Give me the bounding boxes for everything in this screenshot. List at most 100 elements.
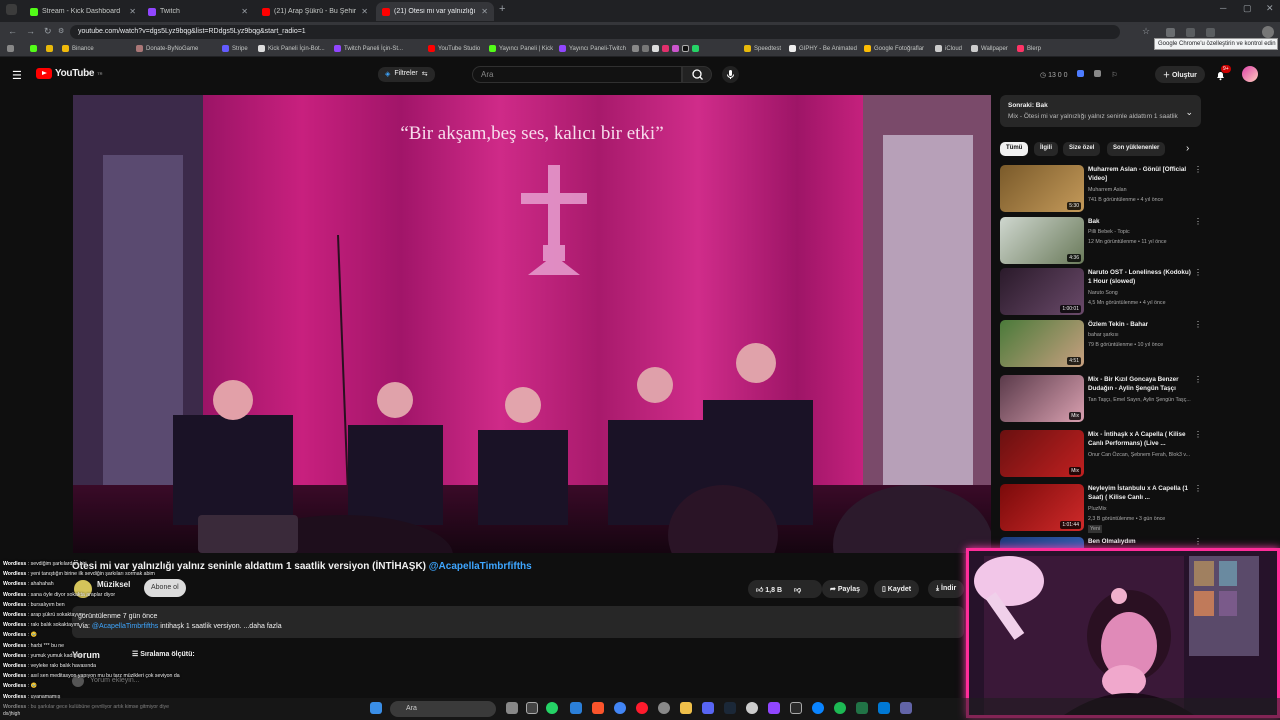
recommendation-card[interactable]: Mix Mix - İntihaşk x A Capella ( Kilise C… [1000, 430, 1202, 480]
hamburger-menu-icon[interactable]: ☰ [12, 69, 22, 82]
opera-icon[interactable] [636, 702, 648, 714]
github-icon[interactable] [526, 702, 538, 714]
video-title-tag[interactable]: @AcapellaTimbrfifths [429, 561, 532, 572]
bookmark-donate[interactable]: Donate-ByNoGame [136, 45, 198, 52]
bookmark-giphy[interactable]: GIPHY - Be Animated [789, 45, 857, 52]
like-count[interactable]: 1,8 B [765, 587, 782, 594]
youtube-logo[interactable]: YouTube TR [36, 68, 103, 79]
close-window-button[interactable]: ✕ [1266, 3, 1274, 14]
video-thumbnail[interactable]: 4:51 [1000, 320, 1084, 367]
more-options-icon[interactable]: ⋮ [1194, 375, 1202, 384]
recommendation-card[interactable]: 4:51 Özlem Tekin - Bahar bahar şarkısı 79 B… [1000, 320, 1202, 370]
video-player[interactable]: “Bir akşam,beş ses, kalıcı bir etki” [73, 95, 991, 553]
recommendation-title[interactable]: Mix - İntihaşk x A Capella ( Kilise Canl… [1088, 430, 1194, 449]
video-thumbnail[interactable]: 4:36 [1000, 217, 1084, 264]
chip-related[interactable]: İlgili [1034, 142, 1058, 156]
bookmark-youtube-studio[interactable]: YouTube Studio [428, 45, 480, 52]
recommendation-channel[interactable]: PluzMix [1088, 505, 1206, 513]
chip-all[interactable]: Tümü [1000, 142, 1029, 156]
extensions-puzzle-icon[interactable] [1206, 28, 1215, 37]
kick-bookmark-icon[interactable] [30, 45, 37, 52]
more-options-icon[interactable]: ⋮ [1194, 537, 1202, 546]
bookmark-kick-bot[interactable]: Kick Paneli İçin-Bot... [258, 45, 325, 52]
recommendation-title[interactable]: Bak [1088, 217, 1194, 226]
recommendation-channel[interactable]: Muharrem Aslan [1088, 186, 1206, 194]
browser-tab-2[interactable]: Twitch ✕ [142, 2, 254, 21]
browser-tab-1[interactable]: Stream - Kick Dashboard ✕ [24, 2, 142, 21]
extension-icon[interactable] [1166, 28, 1175, 37]
search-button[interactable] [682, 66, 712, 83]
close-icon[interactable]: ✕ [481, 7, 488, 16]
trophy-icon[interactable]: ⚐ [1111, 72, 1117, 79]
recommendation-title[interactable]: Ben Olmalıydım [1088, 537, 1194, 546]
account-avatar[interactable] [1242, 66, 1258, 82]
obs-icon[interactable] [790, 702, 802, 714]
chrome-icon[interactable] [614, 702, 626, 714]
file-explorer-icon[interactable] [680, 702, 692, 714]
more-options-icon[interactable]: ⋮ [1194, 268, 1202, 277]
more-options-icon[interactable]: ⋮ [1194, 484, 1202, 493]
bookmark-twitch-st[interactable]: Twitch Paneli İçin-St... [334, 45, 403, 52]
maximize-button[interactable]: ▢ [1243, 3, 1252, 14]
save-button[interactable]: ▯ Kaydet [874, 580, 920, 598]
filters-button[interactable]: ◈ Filtreler ⇆ [378, 67, 435, 82]
search-input[interactable]: Ara [472, 66, 682, 83]
extension-badge-icon[interactable] [1094, 70, 1102, 77]
bookmark-twitch-panel[interactable]: Yayıncı Paneli-Twitch [559, 45, 626, 52]
create-button[interactable]: ＋ Oluştur [1155, 66, 1205, 83]
recommendation-card[interactable]: 5:30 Muharrem Aslan - Gönül [Official Vid… [1000, 165, 1202, 215]
excel-icon[interactable] [856, 702, 868, 714]
video-thumbnail[interactable]: Mix [1000, 375, 1084, 422]
bookmark-star-icon[interactable]: ☆ [1142, 26, 1150, 37]
recommendation-card[interactable]: 4:36 Bak Pilli Bebek - Topic 12 Mn görüntül… [1000, 217, 1202, 267]
recommendation-channel[interactable]: Pilli Bebek - Topic [1088, 228, 1206, 236]
recommendation-channel[interactable]: Onur Can Özcan, Şebnem Ferah, Blok3 v... [1088, 451, 1206, 459]
bookmark-icon-row[interactable] [632, 45, 699, 52]
bookmark-blerp[interactable]: Blerp [1017, 45, 1041, 52]
recommendation-card[interactable]: 1:00:01 Naruto OST - Loneliness (Kodoku) … [1000, 268, 1202, 318]
recommendation-channel[interactable]: Tan Taşçı, Emel Sayın, Aylin Şengün Taşç… [1088, 396, 1206, 404]
chevron-down-icon[interactable]: ⌄ [1185, 105, 1193, 120]
windows-start-icon[interactable] [370, 702, 382, 714]
share-button[interactable]: ➦ Paylaş [822, 580, 868, 598]
bookmark-icon[interactable] [46, 45, 53, 52]
voice-search-button[interactable] [722, 66, 739, 83]
forward-icon[interactable]: → [26, 26, 35, 36]
app-icon[interactable] [570, 702, 582, 714]
recommendation-title[interactable]: Muharrem Aslan - Gönül [Official Video] [1088, 165, 1194, 184]
close-icon[interactable]: ✕ [361, 7, 368, 16]
bookmark-google-photos[interactable]: Google Fotoğraflar [864, 45, 924, 52]
chip-recent[interactable]: Son yüklenenler [1107, 142, 1166, 156]
more-options-icon[interactable]: ⋮ [1194, 165, 1202, 174]
more-options-icon[interactable]: ⋮ [1194, 430, 1202, 439]
chip-for-you[interactable]: Size özel [1063, 142, 1101, 156]
dislike-icon[interactable]: 👎︎ [794, 587, 801, 594]
discord-icon[interactable] [702, 702, 714, 714]
bookmark-icloud[interactable]: iCloud [935, 45, 962, 52]
browser-tab-3[interactable]: (21) Arap Şükrü - Bu Şehir Beni ✕ [256, 2, 374, 21]
reload-icon[interactable]: ↻ [44, 26, 52, 37]
extension-icon[interactable] [1186, 28, 1195, 37]
bookmark-binance[interactable]: Binance [62, 45, 94, 52]
download-button[interactable]: ⤓ İndir [928, 580, 964, 598]
spotify-icon[interactable] [834, 702, 846, 714]
chrome-menu-icon[interactable] [1262, 26, 1274, 38]
app-icon[interactable] [746, 702, 758, 714]
close-icon[interactable]: ✕ [129, 7, 136, 16]
brave-icon[interactable] [592, 702, 604, 714]
apps-grid-icon[interactable] [7, 45, 14, 52]
more-options-icon[interactable]: ⋮ [1194, 320, 1202, 329]
close-icon[interactable]: ✕ [241, 7, 248, 16]
recommendation-channel[interactable]: bahar şarkısı [1088, 331, 1206, 339]
recommendation-title[interactable]: Neyleyim İstanbulu x A Capella (1 Saat) … [1088, 484, 1194, 503]
recommendation-channel[interactable]: Naruto Song [1088, 289, 1206, 297]
steam-icon[interactable] [724, 702, 736, 714]
like-icon[interactable]: 👍︎ [756, 587, 765, 594]
video-thumbnail[interactable]: 1:01:44 [1000, 484, 1084, 531]
taskbar-search-input[interactable]: Ara [390, 701, 496, 717]
extension-badge-icon[interactable] [1077, 70, 1085, 77]
bookmark-kick-panel[interactable]: Yayıncı Paneli | Kick [489, 45, 553, 52]
bookmark-stripe[interactable]: Stripe [222, 45, 248, 52]
recommendation-card[interactable]: Mix Mix - Bir Kızıl Goncaya Benzer Dudağı… [1000, 375, 1202, 425]
app-icon[interactable] [900, 702, 912, 714]
